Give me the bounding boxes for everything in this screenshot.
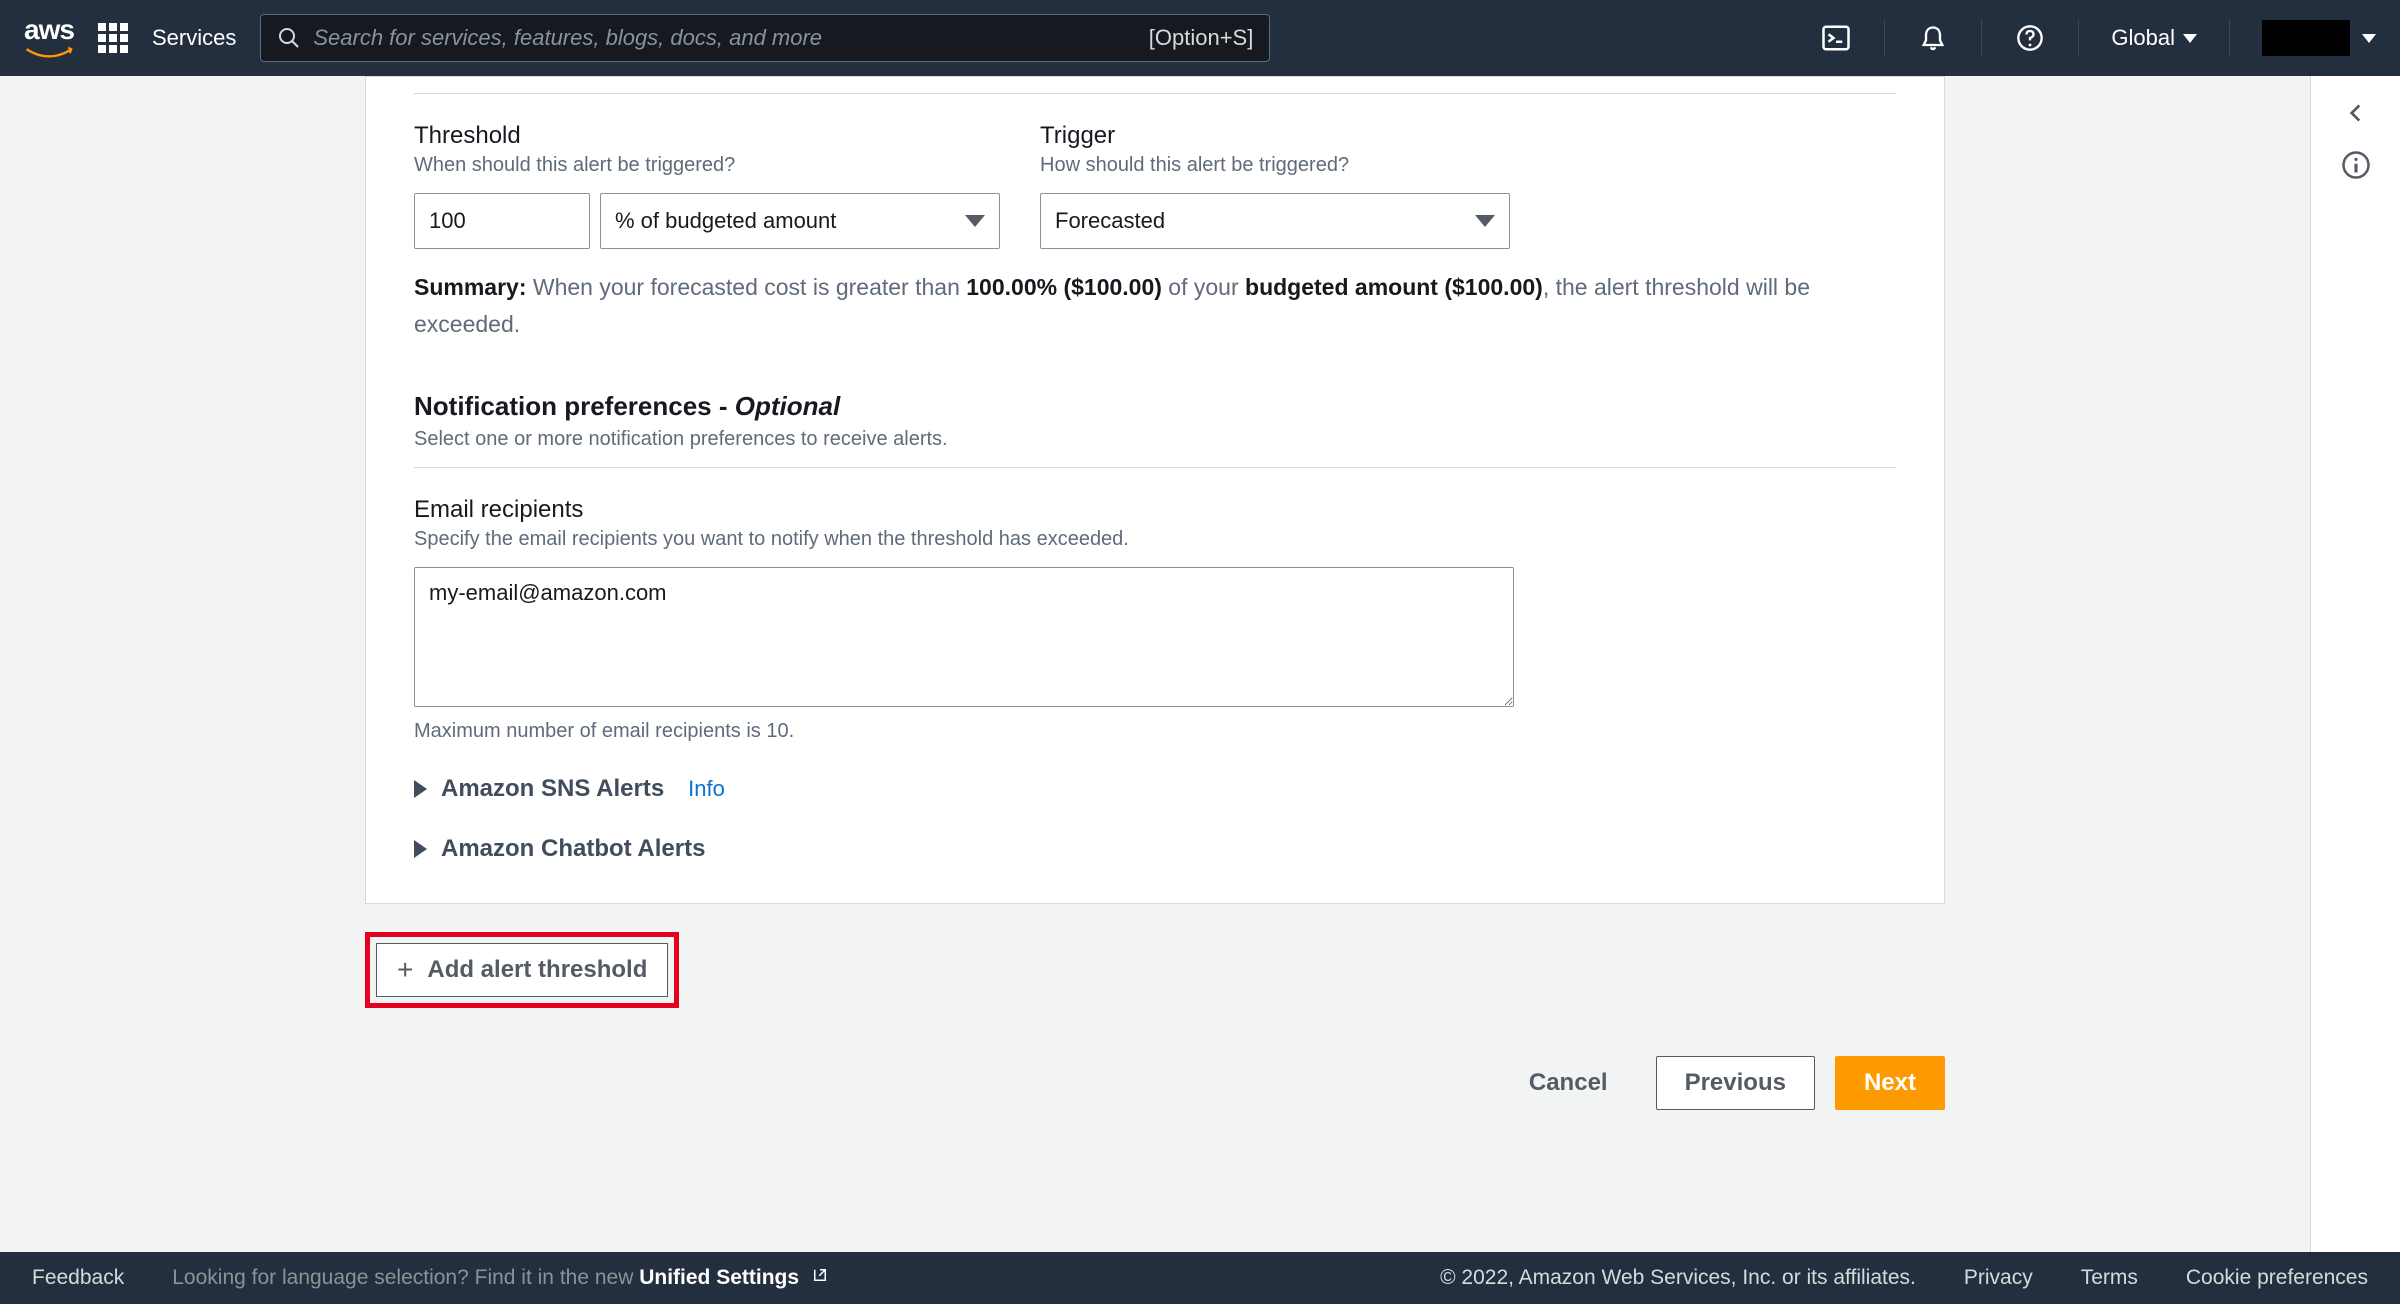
footer-lang-text: Looking for language selection? Find it … <box>172 1266 829 1290</box>
search-shortcut: [Option+S] <box>1149 25 1254 51</box>
email-desc: Specify the email recipients you want to… <box>414 528 1896 551</box>
footer: Feedback Looking for language selection?… <box>0 1252 2400 1304</box>
trigger-field: Trigger How should this alert be trigger… <box>1040 122 1510 249</box>
sns-alerts-expander[interactable]: Amazon SNS Alerts Info <box>414 775 1896 803</box>
chatbot-label: Amazon Chatbot Alerts <box>441 835 705 863</box>
region-selector[interactable]: Global <box>2111 25 2197 51</box>
alert-threshold-panel: Threshold When should this alert be trig… <box>365 76 1945 904</box>
notification-prefs-title: Notification preferences - Optional <box>414 391 1896 422</box>
aws-swoosh-icon <box>24 46 74 62</box>
previous-button[interactable]: Previous <box>1656 1056 1815 1110</box>
feedback-link[interactable]: Feedback <box>32 1266 124 1290</box>
notification-prefs-desc: Select one or more notification preferen… <box>414 428 1896 451</box>
summary-text: Summary: When your forecasted cost is gr… <box>414 269 1896 343</box>
next-button[interactable]: Next <box>1835 1056 1945 1110</box>
cancel-button[interactable]: Cancel <box>1501 1056 1636 1110</box>
account-menu[interactable] <box>2262 20 2376 56</box>
external-link-icon <box>811 1266 829 1290</box>
unified-settings-link[interactable]: Unified Settings <box>639 1266 829 1289</box>
triangle-right-icon <box>414 840 427 858</box>
threshold-desc: When should this alert be triggered? <box>414 154 1000 177</box>
copyright-text: © 2022, Amazon Web Services, Inc. or its… <box>1440 1266 1916 1290</box>
email-label: Email recipients <box>414 496 1896 524</box>
sns-label: Amazon SNS Alerts <box>441 775 664 803</box>
privacy-link[interactable]: Privacy <box>1964 1266 2033 1290</box>
chevron-down-icon <box>1475 215 1495 227</box>
cloudshell-icon[interactable] <box>1820 22 1852 54</box>
notifications-icon[interactable] <box>1917 22 1949 54</box>
aws-logo[interactable]: aws <box>24 14 74 62</box>
sns-info-link[interactable]: Info <box>688 776 725 802</box>
chevron-down-icon <box>965 215 985 227</box>
trigger-label: Trigger <box>1040 122 1510 150</box>
threshold-field: Threshold When should this alert be trig… <box>414 122 1000 249</box>
trigger-select[interactable]: Forecasted <box>1040 193 1510 249</box>
search-icon <box>277 26 301 50</box>
threshold-unit-select[interactable]: % of budgeted amount <box>600 193 1000 249</box>
threshold-value-input[interactable] <box>414 193 590 249</box>
collapse-icon[interactable] <box>2343 100 2369 126</box>
add-threshold-highlight: + Add alert threshold <box>365 932 679 1008</box>
info-panel-icon[interactable] <box>2341 150 2371 180</box>
triangle-right-icon <box>414 780 427 798</box>
trigger-desc: How should this alert be triggered? <box>1040 154 1510 177</box>
threshold-unit-value: % of budgeted amount <box>615 208 836 234</box>
top-navigation: aws Services [Option+S] <box>0 0 2400 76</box>
cookies-link[interactable]: Cookie preferences <box>2186 1266 2368 1290</box>
email-recipients-input[interactable] <box>414 567 1514 707</box>
search-input[interactable] <box>313 25 1148 51</box>
wizard-actions: Cancel Previous Next <box>365 1056 1945 1110</box>
region-label: Global <box>2111 25 2175 51</box>
services-link[interactable]: Services <box>152 25 236 51</box>
plus-icon: + <box>397 956 413 984</box>
help-rail <box>2310 76 2400 1252</box>
chatbot-alerts-expander[interactable]: Amazon Chatbot Alerts <box>414 835 1896 863</box>
add-threshold-label: Add alert threshold <box>427 956 647 984</box>
trigger-value: Forecasted <box>1055 208 1165 234</box>
terms-link[interactable]: Terms <box>2081 1266 2138 1290</box>
threshold-label: Threshold <box>414 122 1000 150</box>
chevron-down-icon <box>2362 34 2376 43</box>
account-redacted <box>2262 20 2350 56</box>
help-icon[interactable] <box>2014 22 2046 54</box>
chevron-down-icon <box>2183 34 2197 43</box>
email-hint: Maximum number of email recipients is 10… <box>414 720 1896 743</box>
services-grid-icon[interactable] <box>98 23 128 53</box>
search-bar[interactable]: [Option+S] <box>260 14 1270 62</box>
add-alert-threshold-button[interactable]: + Add alert threshold <box>376 943 668 997</box>
